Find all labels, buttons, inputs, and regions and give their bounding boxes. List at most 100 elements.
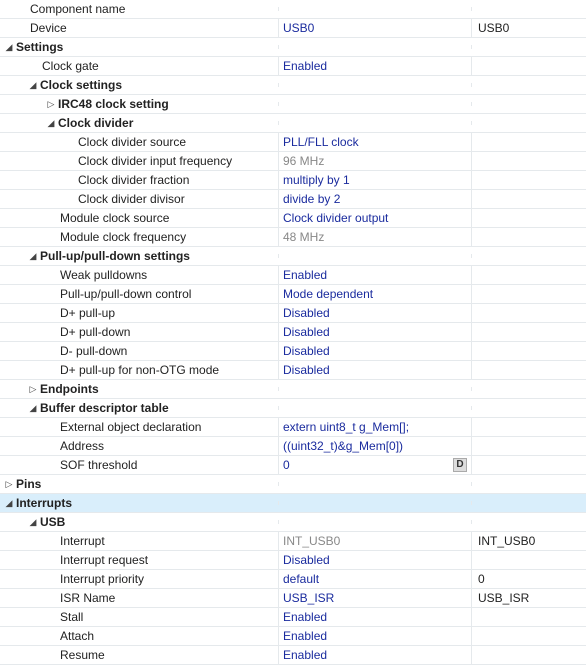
label-dp-pulldown: D+ pull-down bbox=[58, 325, 130, 339]
label-pins: Pins bbox=[14, 477, 41, 491]
value-dp-pullup[interactable]: Disabled bbox=[278, 304, 472, 322]
value-divider-fraction[interactable]: multiply by 1 bbox=[278, 171, 472, 189]
value-attach[interactable]: Enabled bbox=[278, 627, 472, 645]
label-endpoints: Endpoints bbox=[38, 382, 99, 396]
value-address[interactable]: ((uint32_t)&g_Mem[0]) bbox=[278, 437, 472, 455]
label-divider-input-freq: Clock divider input frequency bbox=[76, 154, 232, 168]
value-device[interactable]: USB0 bbox=[278, 19, 472, 37]
row-irc48[interactable]: ▷IRC48 clock setting bbox=[0, 95, 586, 114]
value-pull-control[interactable]: Mode dependent bbox=[278, 285, 472, 303]
label-module-clock-freq: Module clock frequency bbox=[58, 230, 186, 244]
value-component-name[interactable] bbox=[278, 7, 472, 11]
value-divider-divisor[interactable]: divide by 2 bbox=[278, 190, 472, 208]
label-ext-decl: External object declaration bbox=[58, 420, 201, 434]
d-icon[interactable]: D bbox=[453, 458, 467, 472]
row-settings[interactable]: ◢Settings bbox=[0, 38, 586, 57]
label-address: Address bbox=[58, 439, 104, 453]
row-resume: Resume Enabled bbox=[0, 646, 586, 665]
value-dp-pulldown[interactable]: Disabled bbox=[278, 323, 472, 341]
row-interrupt-request: Interrupt request Disabled bbox=[0, 551, 586, 570]
row-ext-decl: External object declaration extern uint8… bbox=[0, 418, 586, 437]
value-divider-input-freq: 96 MHz bbox=[278, 152, 472, 170]
value-ext-decl[interactable]: extern uint8_t g_Mem[]; bbox=[278, 418, 472, 436]
label-clock-divider: Clock divider bbox=[56, 116, 133, 130]
row-clock-divider[interactable]: ◢Clock divider bbox=[0, 114, 586, 133]
row-attach: Attach Enabled bbox=[0, 627, 586, 646]
expand-icon[interactable]: ◢ bbox=[46, 118, 56, 129]
expand-icon[interactable]: ◢ bbox=[28, 403, 38, 414]
row-bdt[interactable]: ◢Buffer descriptor table bbox=[0, 399, 586, 418]
value-interrupt: INT_USB0 bbox=[278, 532, 472, 550]
value-dm-pulldown[interactable]: Disabled bbox=[278, 342, 472, 360]
expand-icon[interactable]: ◢ bbox=[28, 251, 38, 262]
row-stall: Stall Enabled bbox=[0, 608, 586, 627]
row-interrupts[interactable]: ◢Interrupts bbox=[0, 494, 586, 513]
expand-icon[interactable]: ◢ bbox=[4, 42, 14, 53]
row-clock-gate: Clock gate Enabled bbox=[0, 57, 586, 76]
value-stall[interactable]: Enabled bbox=[278, 608, 472, 626]
value-interrupt-request[interactable]: Disabled bbox=[278, 551, 472, 569]
label-pull-control: Pull-up/pull-down control bbox=[58, 287, 191, 301]
extra-interrupt-priority: 0 bbox=[472, 570, 586, 588]
label-pull-settings: Pull-up/pull-down settings bbox=[38, 249, 190, 263]
expand-icon[interactable]: ◢ bbox=[28, 517, 38, 528]
extra-isr-name: USB_ISR bbox=[472, 589, 586, 607]
label-irc48: IRC48 clock setting bbox=[56, 97, 169, 111]
row-device: Device USB0 USB0 bbox=[0, 19, 586, 38]
label-divider-fraction: Clock divider fraction bbox=[76, 173, 189, 187]
label-device: Device bbox=[28, 21, 67, 35]
row-divider-fraction: Clock divider fraction multiply by 1 bbox=[0, 171, 586, 190]
extra-device: USB0 bbox=[472, 19, 586, 37]
value-weak-pulldowns[interactable]: Enabled bbox=[278, 266, 472, 284]
label-clock-gate: Clock gate bbox=[40, 59, 99, 73]
label-divider-divisor: Clock divider divisor bbox=[76, 192, 185, 206]
row-clock-settings[interactable]: ◢Clock settings bbox=[0, 76, 586, 95]
expand-icon[interactable]: ◢ bbox=[4, 498, 14, 509]
row-interrupt-priority: Interrupt priority default 0 bbox=[0, 570, 586, 589]
value-resume[interactable]: Enabled bbox=[278, 646, 472, 664]
label-resume: Resume bbox=[58, 648, 105, 662]
value-module-clock-freq: 48 MHz bbox=[278, 228, 472, 246]
label-stall: Stall bbox=[58, 610, 83, 624]
label-interrupts: Interrupts bbox=[14, 496, 72, 510]
expand-icon[interactable]: ▷ bbox=[4, 479, 14, 490]
row-module-clock-freq: Module clock frequency 48 MHz bbox=[0, 228, 586, 247]
row-dp-pullup: D+ pull-up Disabled bbox=[0, 304, 586, 323]
label-attach: Attach bbox=[58, 629, 94, 643]
row-module-clock-source: Module clock source Clock divider output bbox=[0, 209, 586, 228]
value-divider-source[interactable]: PLL/FLL clock bbox=[278, 133, 472, 151]
value-interrupt-priority[interactable]: default bbox=[278, 570, 472, 588]
row-component-name: Component name bbox=[0, 0, 586, 19]
label-component-name: Component name bbox=[28, 2, 125, 16]
row-dp-nonotg: D+ pull-up for non-OTG mode Disabled bbox=[0, 361, 586, 380]
value-dp-nonotg[interactable]: Disabled bbox=[278, 361, 472, 379]
row-dp-pulldown: D+ pull-down Disabled bbox=[0, 323, 586, 342]
extra-component-name bbox=[472, 7, 586, 11]
label-interrupt-priority: Interrupt priority bbox=[58, 572, 144, 586]
value-module-clock-source[interactable]: Clock divider output bbox=[278, 209, 472, 227]
expand-icon[interactable]: ◢ bbox=[28, 80, 38, 91]
value-sof-threshold[interactable]: 0 D bbox=[278, 456, 472, 474]
label-divider-source: Clock divider source bbox=[76, 135, 186, 149]
row-divider-input-freq: Clock divider input frequency 96 MHz bbox=[0, 152, 586, 171]
row-pins[interactable]: ▷Pins bbox=[0, 475, 586, 494]
row-pull-settings[interactable]: ◢Pull-up/pull-down settings bbox=[0, 247, 586, 266]
label-settings: Settings bbox=[14, 40, 63, 54]
row-usb[interactable]: ◢USB bbox=[0, 513, 586, 532]
row-endpoints[interactable]: ▷Endpoints bbox=[0, 380, 586, 399]
label-dp-nonotg: D+ pull-up for non-OTG mode bbox=[58, 363, 219, 377]
label-interrupt: Interrupt bbox=[58, 534, 105, 548]
label-clock-settings: Clock settings bbox=[38, 78, 122, 92]
row-sof-threshold: SOF threshold 0 D bbox=[0, 456, 586, 475]
label-isr-name: ISR Name bbox=[58, 591, 115, 605]
value-isr-name[interactable]: USB_ISR bbox=[278, 589, 472, 607]
expand-icon[interactable]: ▷ bbox=[28, 384, 38, 395]
row-divider-source: Clock divider source PLL/FLL clock bbox=[0, 133, 586, 152]
row-pull-control: Pull-up/pull-down control Mode dependent bbox=[0, 285, 586, 304]
label-dm-pulldown: D- pull-down bbox=[58, 344, 127, 358]
expand-icon[interactable]: ▷ bbox=[46, 99, 56, 110]
label-weak-pulldowns: Weak pulldowns bbox=[58, 268, 147, 282]
value-clock-gate[interactable]: Enabled bbox=[278, 57, 472, 75]
row-divider-divisor: Clock divider divisor divide by 2 bbox=[0, 190, 586, 209]
row-isr-name: ISR Name USB_ISR USB_ISR bbox=[0, 589, 586, 608]
